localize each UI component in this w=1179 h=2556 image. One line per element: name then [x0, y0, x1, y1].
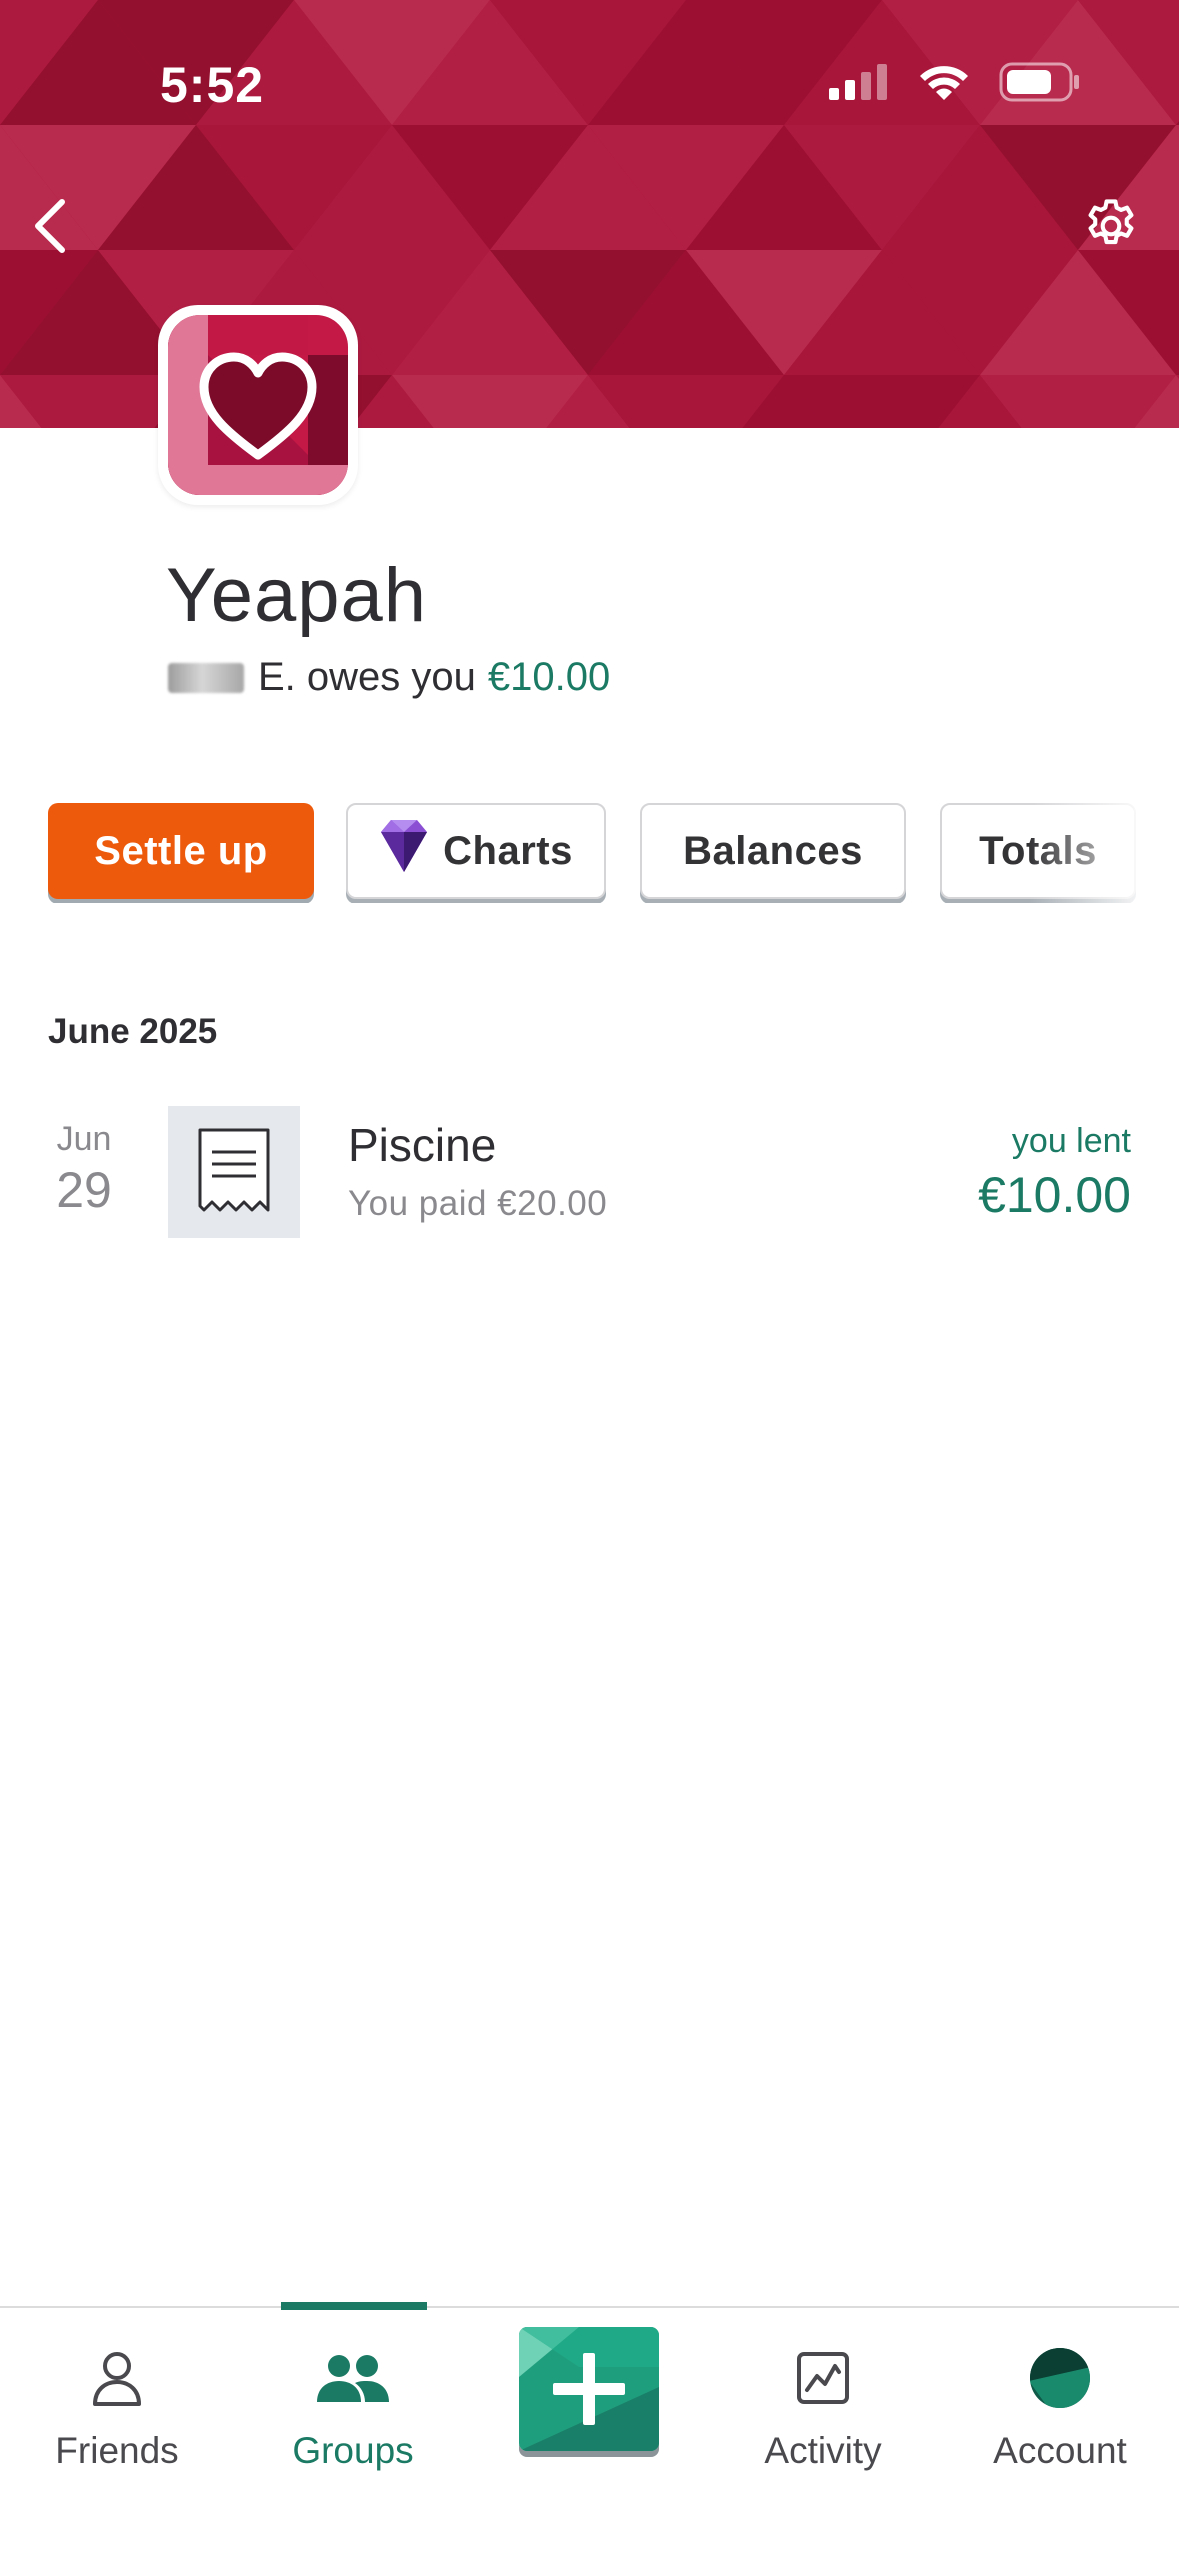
settle-up-button[interactable]: Settle up: [48, 803, 314, 899]
activity-chart-icon: [795, 2346, 851, 2410]
expense-lent-amount: €10.00: [978, 1167, 1131, 1223]
gear-icon: [1080, 195, 1142, 262]
add-expense-button[interactable]: [519, 2327, 659, 2451]
diamond-icon: [379, 818, 429, 884]
balances-button[interactable]: Balances: [640, 803, 906, 899]
expense-date: Jun 29: [48, 1120, 120, 1219]
expense-lent-label: you lent: [1011, 1122, 1131, 1160]
tab-groups-label: Groups: [292, 2430, 414, 2471]
group-avatar-image: [168, 315, 348, 495]
tab-account-label: Account: [993, 2430, 1127, 2471]
receipt-icon: [168, 1106, 300, 1238]
tab-groups[interactable]: Groups: [253, 2308, 453, 2508]
totals-button[interactable]: Totals: [940, 803, 1136, 899]
account-avatar-icon: [1029, 2346, 1091, 2410]
group-balance-summary: E. owes you €10.00: [168, 655, 610, 700]
people-icon: [315, 2346, 391, 2410]
expense-title: Piscine: [348, 1119, 497, 1171]
wifi-icon: [917, 62, 971, 107]
cellular-signal-icon: [827, 64, 889, 105]
tab-activity-label: Activity: [764, 2430, 882, 2471]
tab-friends[interactable]: Friends: [17, 2308, 217, 2508]
status-icons: [827, 62, 1081, 107]
group-settings-button[interactable]: [1073, 190, 1149, 266]
month-section-header: June 2025: [48, 1012, 218, 1051]
charts-label: Charts: [443, 828, 573, 873]
balance-text: E. owes you: [258, 655, 476, 699]
chevron-left-icon: [30, 198, 70, 259]
expense-row[interactable]: Jun 29 Piscine You paid €20.00 you lent …: [0, 1100, 1179, 1240]
person-icon: [89, 2346, 145, 2410]
expense-day: 29: [56, 1162, 112, 1218]
group-name: Yeapah: [166, 553, 428, 638]
balance-amount: €10.00: [487, 655, 611, 699]
status-bar: 5:52: [0, 0, 1179, 120]
tab-activity[interactable]: Activity: [723, 2308, 923, 2508]
back-button[interactable]: [14, 192, 86, 264]
tab-account[interactable]: Account: [960, 2308, 1160, 2508]
redacted-member-name: [168, 662, 244, 693]
status-time: 5:52: [160, 57, 265, 113]
group-avatar[interactable]: [158, 305, 358, 505]
tab-friends-label: Friends: [55, 2430, 179, 2471]
expense-month: Jun: [56, 1120, 112, 1158]
action-chips: Settle up Charts Balances Totals: [48, 803, 1179, 903]
battery-icon: [999, 62, 1081, 107]
charts-button[interactable]: Charts: [346, 803, 606, 899]
expense-payer: You paid €20.00: [348, 1184, 608, 1223]
bottom-tab-bar: Friends Groups Activity Account: [0, 2302, 1179, 2556]
